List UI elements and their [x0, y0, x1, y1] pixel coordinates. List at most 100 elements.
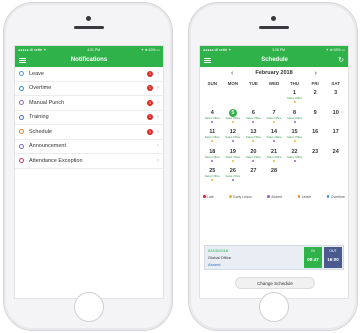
legend-item: Overtime: [326, 194, 345, 199]
status-dots: [202, 120, 223, 123]
calendar-day[interactable]: 10: [325, 108, 346, 128]
notification-item[interactable]: Schedule 1 ›: [15, 125, 163, 140]
menu-icon[interactable]: [204, 57, 211, 63]
calendar-day[interactable]: 23: [305, 147, 326, 167]
day-tag: Sales Office: [266, 135, 282, 139]
day-tag: Sales Office: [266, 115, 282, 120]
status-dots: [243, 140, 264, 142]
calendar-day[interactable]: 24: [325, 147, 346, 167]
battery-text: ✦ ⊕ 63% ▭: [140, 47, 160, 52]
calendar-day[interactable]: 22 Sales Office: [284, 147, 305, 167]
status-dots: [223, 159, 244, 162]
time-text: 4:21 PM: [87, 47, 101, 52]
next-month-icon[interactable]: ›: [315, 70, 317, 77]
notification-item[interactable]: Announcement ›: [15, 140, 163, 154]
calendar-day[interactable]: 12 Sales Office: [223, 127, 244, 147]
notification-label: Leave: [29, 70, 44, 77]
count-badge: 1: [147, 99, 153, 106]
calendar-day[interactable]: 17: [325, 127, 346, 147]
calendar-day[interactable]: 14 Sales Office: [264, 127, 285, 147]
status-dots: [202, 159, 223, 162]
chevron-right-icon: ›: [157, 114, 159, 121]
calendar-day[interactable]: 1 Sales Office: [284, 88, 305, 108]
day-number: 23: [312, 148, 319, 155]
notification-label: Manual Punch: [29, 99, 65, 106]
calendar-day[interactable]: 15 Sales Office: [284, 127, 305, 147]
calendar-day[interactable]: 16: [305, 127, 326, 147]
day-of-week: MON: [227, 81, 239, 86]
day-number: [332, 167, 340, 175]
notification-item[interactable]: Manual Punch 1 ›: [15, 96, 163, 111]
day-tag: Sales Office: [225, 174, 241, 178]
calendar-day[interactable]: 3: [325, 88, 346, 108]
legend-item: Late: [203, 195, 214, 199]
chevron-right-icon: ›: [157, 85, 159, 92]
out-time: 16:00: [327, 257, 339, 262]
calendar-week: 18 Sales Office 19 Sales Office 20 Sales Offi…: [200, 147, 348, 167]
calendar-day: [202, 88, 223, 108]
notification-item[interactable]: Leave 1 ›: [15, 67, 163, 82]
notification-label: Overtime: [29, 85, 52, 92]
calendar-day[interactable]: 28: [264, 166, 285, 186]
schedule-screen: ●●●●● dll settle ✦ 3:26 PM ✦ ⊕ 63% ▭ Sch…: [199, 45, 349, 299]
calendar-day[interactable]: 20 Sales Office: [243, 147, 264, 167]
status-dots: [243, 120, 264, 123]
calendar-day[interactable]: 9: [305, 108, 326, 128]
calendar-day[interactable]: 21 Sales Office: [264, 147, 285, 167]
menu-icon[interactable]: [19, 57, 26, 63]
calendar-day[interactable]: 13 Sales Office: [243, 127, 264, 147]
category-icon: [19, 158, 24, 164]
status-dots: [223, 179, 244, 181]
clock-out-box: OUT 16:00: [324, 247, 342, 268]
legend-item: Absent: [267, 195, 282, 199]
day-of-week: SUN: [207, 81, 218, 86]
calendar-day[interactable]: 18 Sales Office: [202, 147, 223, 167]
home-button[interactable]: [259, 292, 289, 322]
day-of-week: FRI: [311, 81, 319, 86]
calendar-day[interactable]: 8 Sales Office: [284, 108, 305, 128]
calendar-day[interactable]: 2: [305, 88, 326, 108]
legend-label: Leave: [301, 194, 312, 199]
day-number: 28: [270, 168, 278, 174]
day-tag: Sales Office: [225, 115, 241, 120]
calendar-grid: 1 Sales Office 2 3 4 Sales Office 5 Sales Offic…: [200, 88, 348, 186]
legend-dot: [267, 195, 270, 198]
day-tag: Sales Office: [287, 115, 303, 120]
shift-status: Absent: [208, 262, 221, 267]
status-dots: [264, 140, 285, 142]
legend-label: Overtime: [330, 194, 345, 199]
prev-month-icon[interactable]: ‹: [231, 70, 233, 77]
shift-card[interactable]: 02/05/2018 Global Office Absent IN 08:47…: [204, 245, 344, 270]
notification-item[interactable]: Training 1 ›: [15, 111, 163, 125]
time-text: 3:26 PM: [272, 47, 286, 52]
calendar-day[interactable]: 7 Sales Office: [264, 108, 285, 128]
phone-schedule: ●●●●● dll settle ✦ 3:26 PM ✦ ⊕ 63% ▭ Sch…: [188, 2, 358, 331]
legend: Late Early Leave Absent Leave Overtime: [200, 190, 348, 199]
day-tag: Sales Office: [245, 115, 261, 120]
refresh-icon[interactable]: ↻: [338, 57, 344, 64]
calendar-day[interactable]: 11 Sales Office: [202, 127, 223, 147]
status-dots: [284, 120, 305, 123]
month-navigator: ‹ February 2018 ›: [200, 67, 348, 79]
category-icon: [19, 71, 24, 77]
app-bar: Schedule ↻: [200, 53, 348, 67]
day-number: [270, 89, 278, 97]
battery-text: ✦ ⊕ 63% ▭: [325, 47, 345, 52]
change-schedule-button[interactable]: Change Schedule: [235, 277, 315, 289]
calendar-week: 4 Sales Office 5 Sales Office 6 Sales Office 7…: [200, 108, 348, 128]
notification-item[interactable]: Overtime 1 ›: [15, 82, 163, 96]
notification-item[interactable]: Attendance Exception ›: [15, 154, 163, 169]
status-dots: [264, 120, 285, 123]
calendar-day[interactable]: 27: [243, 166, 264, 186]
notification-label: Announcement: [29, 143, 66, 150]
calendar-day[interactable]: 25 Sales Office: [202, 166, 223, 186]
camera: [271, 16, 276, 21]
home-button[interactable]: [74, 292, 104, 322]
legend-dot: [326, 195, 330, 198]
calendar-day[interactable]: 4 Sales Office: [202, 108, 223, 128]
calendar-day[interactable]: 6 Sales Office: [243, 108, 264, 128]
shift-date: 02/05/2018: [208, 248, 229, 253]
calendar-day[interactable]: 5 Sales Office: [223, 108, 244, 128]
calendar-day[interactable]: 19 Sales Office: [223, 147, 244, 167]
calendar-day[interactable]: 26 Sales Office: [223, 166, 244, 186]
